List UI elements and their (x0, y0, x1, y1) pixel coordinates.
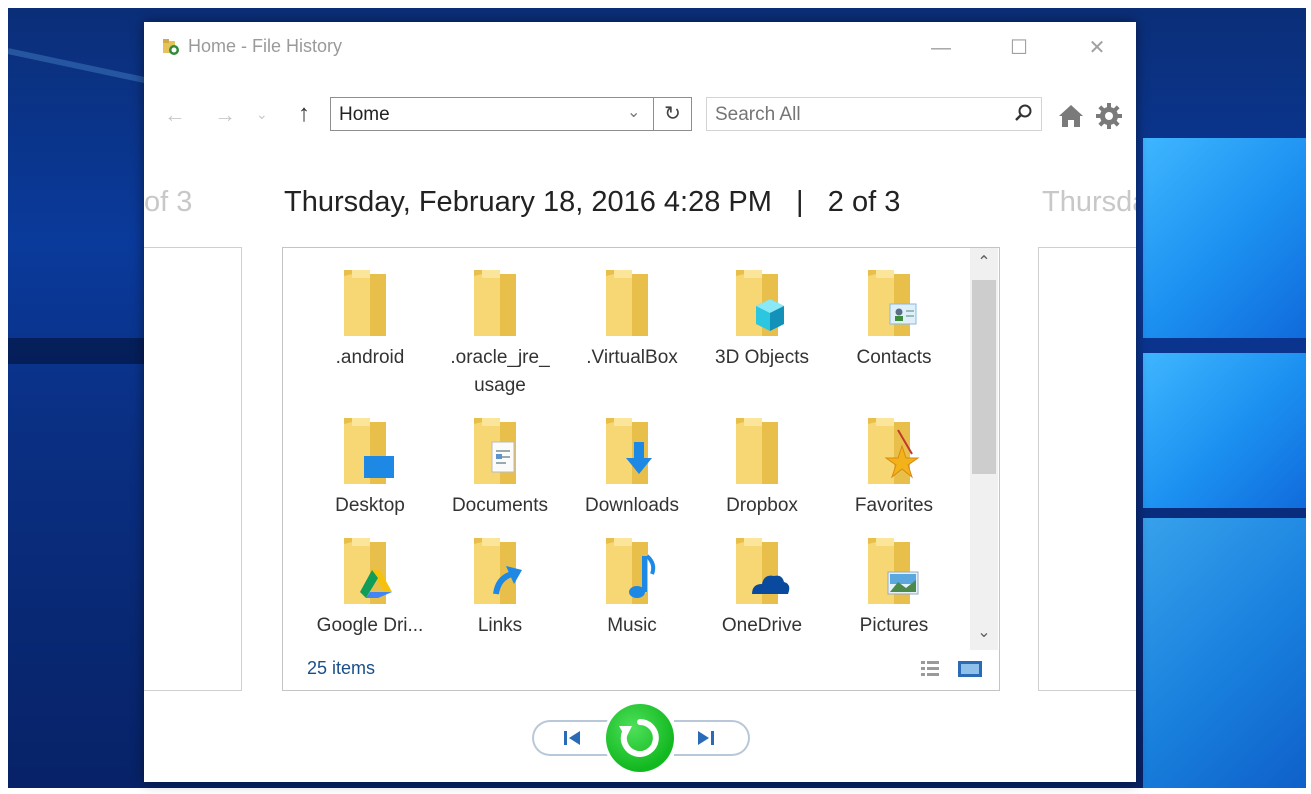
file-history-app-icon (163, 39, 179, 55)
onedrive-folder-icon (736, 538, 790, 604)
vertical-scrollbar[interactable]: ⌃ ⌄ (970, 248, 998, 650)
file-item[interactable]: .VirtualBox (567, 266, 697, 372)
file-item-label: Contacts (856, 347, 932, 368)
chevron-down-icon[interactable]: ⌄ (627, 102, 640, 122)
file-item[interactable]: 3D Objects (697, 266, 827, 372)
contacts-folder-icon (868, 270, 917, 336)
restore-button[interactable] (606, 704, 674, 772)
recent-locations-button[interactable]: ⌄ (256, 106, 268, 123)
wallpaper-beam (8, 48, 166, 88)
gear-icon[interactable] (1095, 102, 1123, 130)
next-snapshot-panel[interactable] (1038, 247, 1136, 691)
up-button[interactable]: ↑ (298, 100, 310, 128)
title-bar[interactable]: Home - File History — ☐ ✕ (144, 22, 1136, 74)
home-icon[interactable] (1058, 104, 1084, 128)
refresh-button[interactable]: ↻ (654, 97, 692, 131)
file-item[interactable]: Music (567, 534, 697, 640)
favorites-folder-icon (868, 418, 920, 484)
pictures-folder-icon (868, 538, 919, 604)
next-version-button[interactable] (674, 720, 750, 756)
google-drive-folder-icon (344, 538, 392, 604)
close-button[interactable]: ✕ (1074, 32, 1120, 64)
search-icon[interactable] (1013, 103, 1033, 123)
downloads-folder-icon (606, 418, 652, 484)
location-field[interactable]: Home ⌄ (330, 97, 654, 131)
back-button[interactable]: ← (164, 102, 186, 128)
wallpaper-light-pane (1143, 353, 1306, 508)
file-item[interactable]: Dropbox (697, 414, 827, 520)
file-item[interactable]: Desktop (305, 414, 435, 520)
previous-snapshot-header: of 3 (144, 186, 193, 218)
file-item[interactable]: Pictures (829, 534, 959, 640)
file-item[interactable]: Links (435, 534, 565, 640)
details-view-icon[interactable] (919, 658, 941, 680)
skip-back-icon (564, 731, 580, 745)
item-count: 25 items (307, 658, 376, 678)
previous-snapshot-panel[interactable] (144, 247, 242, 691)
folder-icon (474, 270, 516, 336)
restore-icon (619, 719, 659, 757)
file-item-label: .VirtualBox (586, 347, 678, 368)
forward-button[interactable]: → (214, 102, 236, 128)
3d-objects-folder-icon (736, 270, 784, 336)
minimize-button[interactable]: — (918, 32, 964, 64)
file-item-label: Favorites (854, 495, 934, 516)
scroll-thumb[interactable] (972, 280, 996, 474)
current-snapshot-header: Thursday, February 18, 2016 4:28 PM | 2 … (284, 186, 901, 218)
file-item-label: OneDrive (721, 615, 803, 636)
documents-folder-icon (474, 418, 516, 484)
maximize-button[interactable]: ☐ (996, 32, 1042, 64)
file-item[interactable]: Contacts (829, 266, 959, 372)
file-item-label: .oracle_jre_ usage (450, 347, 550, 396)
file-item-label: Google Dri... (316, 615, 424, 636)
file-item[interactable]: Favorites (829, 414, 959, 520)
scroll-down-button[interactable]: ⌄ (970, 622, 998, 642)
folder-icon (344, 270, 386, 336)
file-item-label: Desktop (335, 495, 405, 516)
scroll-up-button[interactable]: ⌃ (970, 252, 998, 272)
files-panel: .android .oracle_jre_ usage .VirtualBox 3D … (282, 247, 1000, 691)
file-item-label: Downloads (585, 495, 679, 516)
file-item[interactable]: Downloads (567, 414, 697, 520)
window-title: Home - File History (188, 36, 343, 56)
skip-forward-icon (698, 731, 714, 745)
file-item-label: Dropbox (726, 495, 798, 516)
next-snapshot-header: Thursda (1042, 186, 1136, 218)
file-item-label: Pictures (859, 615, 929, 636)
wallpaper-shadow (8, 338, 158, 364)
file-item[interactable]: OneDrive (697, 534, 827, 640)
file-item-label: 3D Objects (715, 347, 809, 368)
file-item-label: Documents (451, 495, 549, 516)
search-box[interactable] (706, 97, 1042, 131)
folder-icon (606, 270, 648, 336)
file-item-label: .android (335, 347, 405, 368)
file-item[interactable]: Google Dri... (305, 534, 435, 640)
file-item-label: Music (607, 615, 657, 636)
file-item[interactable]: Documents (435, 414, 565, 520)
wallpaper-light-pane (1143, 138, 1306, 338)
location-text: Home (339, 104, 390, 125)
search-input[interactable] (715, 104, 995, 126)
file-history-window: Home - File History — ☐ ✕ ← → ⌄ ↑ Home ⌄… (144, 22, 1136, 782)
links-folder-icon (474, 538, 522, 604)
file-item-label: Links (477, 615, 523, 636)
wallpaper-light-pane (1143, 518, 1306, 788)
folder-icon (736, 418, 778, 484)
file-item[interactable]: .oracle_jre_ usage (435, 266, 565, 400)
file-item[interactable]: .android (305, 266, 435, 372)
music-folder-icon (606, 538, 656, 604)
large-icons-view-icon[interactable] (957, 658, 983, 680)
desktop-folder-icon (344, 418, 394, 484)
